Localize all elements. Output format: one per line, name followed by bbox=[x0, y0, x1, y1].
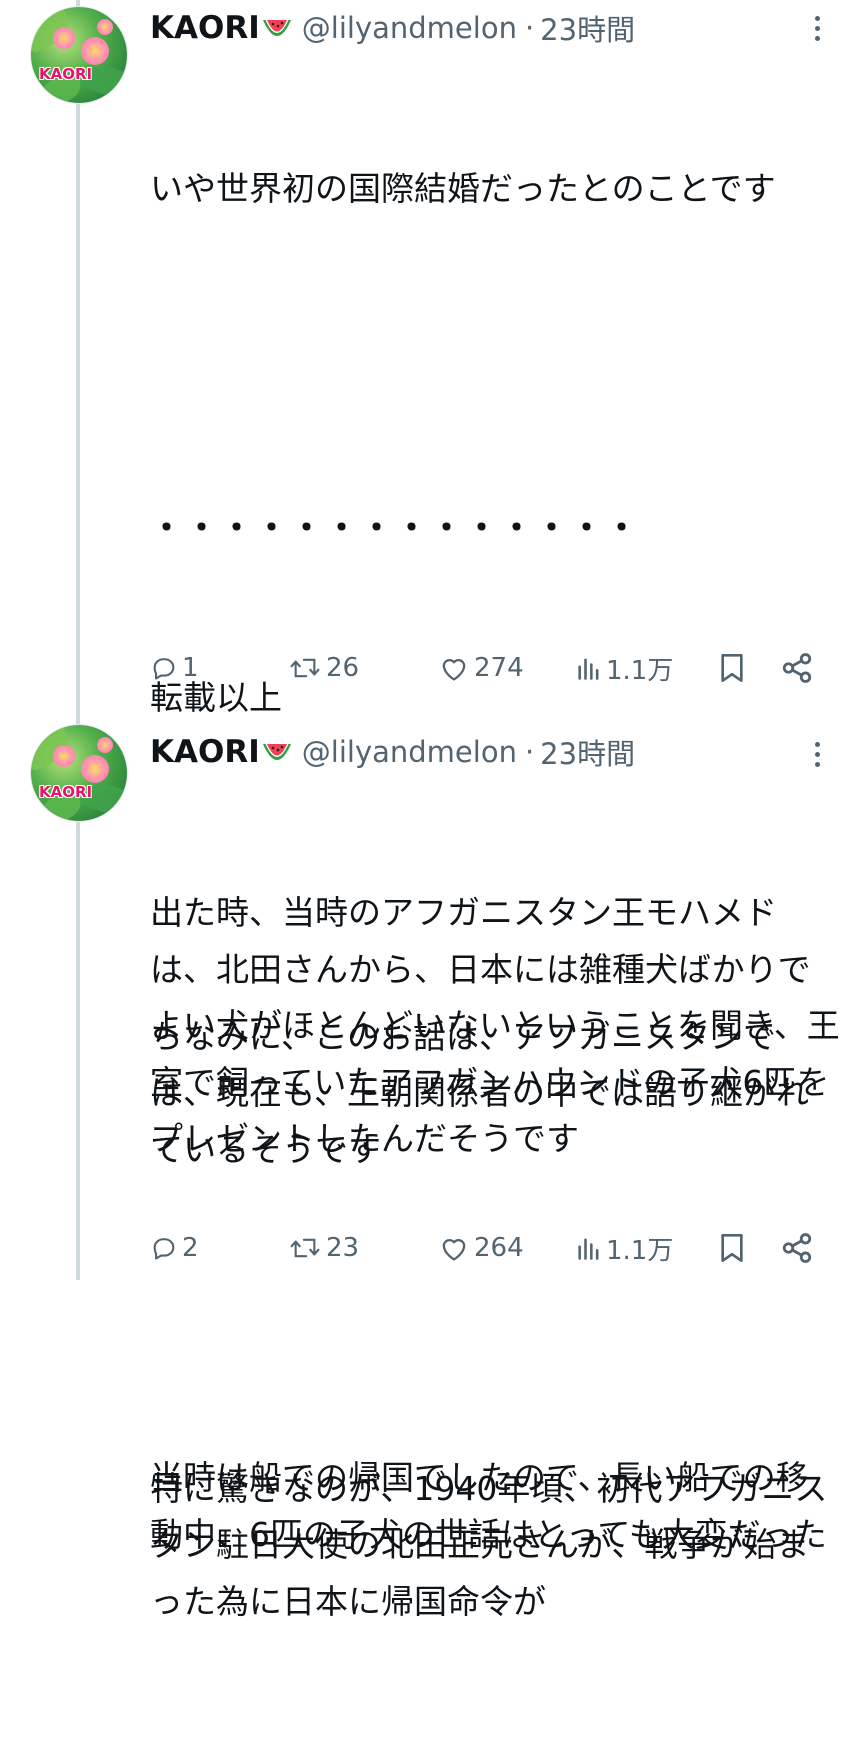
share-button[interactable] bbox=[780, 1226, 814, 1270]
bookmark-button[interactable] bbox=[718, 1226, 746, 1270]
share-icon bbox=[782, 653, 812, 683]
tweet-header: KAORI @lilyandmelon · 23時間 bbox=[150, 732, 635, 772]
reply-count: 1 bbox=[182, 653, 199, 683]
display-name[interactable]: KAORI bbox=[150, 734, 260, 770]
action-bar: 2 23 264 1.1万 bbox=[150, 1226, 830, 1270]
more-options-icon[interactable] bbox=[810, 10, 824, 46]
handle[interactable]: @lilyandmelon bbox=[302, 11, 517, 45]
retweet-button[interactable]: 23 bbox=[288, 1226, 359, 1270]
reply-count: 2 bbox=[182, 1233, 199, 1263]
heart-icon bbox=[442, 659, 466, 681]
like-button[interactable]: 274 bbox=[438, 646, 524, 690]
bookmark-icon bbox=[721, 1234, 743, 1262]
like-button[interactable]: 264 bbox=[438, 1226, 524, 1270]
reply-button[interactable]: 2 bbox=[150, 1226, 199, 1270]
views-button[interactable]: 1.1万 bbox=[576, 646, 673, 690]
bookmark-icon bbox=[721, 654, 743, 682]
retweet-count: 26 bbox=[326, 653, 360, 683]
text-line: 当時は船での帰国でしたので、長い船での移動中、6匹の子犬の世話はとっても大変だっ… bbox=[150, 1458, 827, 1554]
tweet-body: 出た時、当時のアフガニスタン王モハメドは、北田さんから、日本には雑種犬ばかりでよ… bbox=[150, 772, 840, 1676]
share-icon bbox=[782, 1233, 812, 1263]
text-line bbox=[150, 331, 840, 388]
timestamp[interactable]: 23時間 bbox=[540, 731, 635, 773]
timestamp[interactable]: 23時間 bbox=[540, 7, 635, 49]
bar-chart-icon bbox=[578, 658, 599, 680]
action-bar: 1 26 274 1.1万 bbox=[150, 646, 830, 690]
views-count: 1.1万 bbox=[606, 1235, 674, 1266]
text-line bbox=[150, 1281, 840, 1338]
avatar-logo-text: KAORI bbox=[39, 783, 93, 801]
text-line: いや世界初の国際結婚だったとのことです bbox=[150, 169, 776, 208]
tweet-header: KAORI @lilyandmelon · 23時間 bbox=[150, 8, 635, 48]
separator: · bbox=[524, 11, 535, 45]
like-count: 274 bbox=[474, 653, 524, 683]
avatar[interactable]: KAORI bbox=[30, 6, 128, 104]
separator: · bbox=[524, 735, 535, 769]
retweet-count: 23 bbox=[326, 1233, 360, 1263]
like-count: 264 bbox=[474, 1233, 524, 1263]
reply-button[interactable]: 1 bbox=[150, 646, 199, 690]
watermelon-emoji-icon bbox=[262, 18, 292, 38]
text-line: ・・・・・・・・・・・・・・ bbox=[150, 508, 640, 547]
speech-bubble-icon bbox=[153, 658, 175, 680]
handle[interactable]: @lilyandmelon bbox=[302, 735, 517, 769]
repost-arrows-icon bbox=[290, 1238, 320, 1258]
speech-bubble-icon bbox=[153, 1238, 175, 1260]
display-name[interactable]: KAORI bbox=[150, 10, 260, 46]
repost-arrows-icon bbox=[290, 658, 320, 678]
views-count: 1.1万 bbox=[606, 655, 674, 686]
views-button[interactable]: 1.1万 bbox=[576, 1226, 673, 1270]
bookmark-button[interactable] bbox=[718, 646, 746, 690]
more-options-icon[interactable] bbox=[810, 736, 824, 772]
tweet-1[interactable]: KAORI KAORI @lilyandmelon · 23時間 いや世界初の国… bbox=[0, 0, 863, 1621]
share-button[interactable] bbox=[780, 646, 814, 690]
tweet-2[interactable]: KAORI KAORI @lilyandmelon · 23時間 出た時、当時の… bbox=[0, 720, 863, 1554]
avatar-logo-text: KAORI bbox=[39, 65, 93, 83]
text-line: 出た時、当時のアフガニスタン王モハメドは、北田さんから、日本には雑種犬ばかりでよ… bbox=[150, 893, 840, 1158]
watermelon-emoji-icon bbox=[262, 742, 292, 762]
bar-chart-icon bbox=[578, 1238, 599, 1260]
avatar[interactable]: KAORI bbox=[30, 724, 128, 822]
retweet-button[interactable]: 26 bbox=[288, 646, 359, 690]
heart-icon bbox=[442, 1239, 466, 1261]
